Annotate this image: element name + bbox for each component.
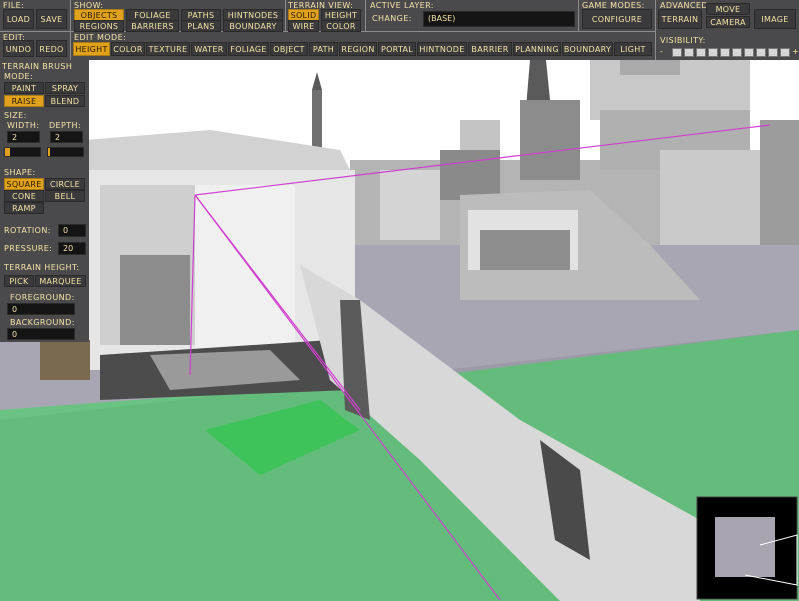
viewport-3d[interactable] (0, 0, 799, 601)
brush-depth-slider[interactable] (47, 147, 84, 157)
edit-mode-portal[interactable]: PORTAL (378, 42, 416, 56)
visibility-label: VISIBILITY: (660, 36, 706, 45)
edit-mode-water[interactable]: WATER (191, 42, 227, 56)
brush-mode-label: MODE: (4, 72, 34, 81)
brush-width-slider[interactable] (4, 147, 41, 157)
shape-circle-button[interactable]: CIRCLE (45, 178, 85, 190)
pressure-input[interactable]: 20 (58, 242, 86, 255)
visibility-step[interactable] (732, 48, 742, 57)
background-input[interactable]: 0 (7, 328, 75, 340)
edit-mode-path[interactable]: PATH (309, 42, 338, 56)
edit-mode-color[interactable]: COLOR (111, 42, 145, 56)
show-boundary-toggle[interactable]: BOUNDARY (223, 20, 283, 32)
visibility-step[interactable] (756, 48, 766, 57)
undo-button[interactable]: UNDO (3, 40, 34, 57)
active-layer-select[interactable]: (BASE) (423, 11, 575, 27)
edit-mode-hintnode[interactable]: HINTNODE (417, 42, 467, 56)
redo-button[interactable]: REDO (36, 40, 67, 57)
brush-width-label: WIDTH: (7, 121, 40, 130)
visibility-step[interactable] (708, 48, 718, 57)
shape-cone-button[interactable]: CONE (4, 190, 44, 202)
pick-button[interactable]: PICK (4, 275, 34, 287)
edit-mode-texture[interactable]: TEXTURE (146, 42, 190, 56)
shape-ramp-button[interactable]: RAMP (4, 202, 44, 214)
image-button[interactable]: IMAGE (754, 9, 796, 29)
brush-depth-label: DEPTH: (49, 121, 82, 130)
brush-blend-button[interactable]: BLEND (45, 95, 85, 107)
visibility-minus[interactable]: - (660, 47, 663, 57)
pressure-label: PRESSURE: (4, 244, 53, 253)
foreground-label: FOREGROUND: (10, 293, 75, 302)
configure-button[interactable]: CONFIGURE (582, 9, 652, 29)
active-layer-label: ACTIVE LAYER: (370, 1, 434, 10)
visibility-step[interactable] (720, 48, 730, 57)
visibility-step[interactable] (696, 48, 706, 57)
edit-mode-height[interactable]: HEIGHT (73, 42, 110, 56)
edit-mode-object[interactable]: OBJECT (270, 42, 308, 56)
terrain-height-label: TERRAIN HEIGHT: (4, 263, 80, 272)
shape-bell-button[interactable]: BELL (45, 190, 85, 202)
rotation-label: ROTATION: (4, 226, 51, 235)
move-button[interactable]: MOVE (706, 3, 750, 15)
edit-mode-light[interactable]: LIGHT (614, 42, 652, 56)
terrain-brush-title: TERRAIN BRUSH (2, 62, 73, 71)
load-button[interactable]: LOAD (3, 9, 34, 29)
brush-raise-button[interactable]: RAISE (4, 95, 44, 107)
brush-size-label: SIZE: (4, 111, 27, 120)
camera-button[interactable]: CAMERA (706, 16, 750, 28)
brush-spray-button[interactable]: SPRAY (45, 82, 85, 94)
change-layer-label: CHANGE: (372, 14, 412, 23)
minimap-view-area (715, 517, 775, 577)
terrain-view-wire[interactable]: WIRE (288, 20, 319, 32)
save-button[interactable]: SAVE (36, 9, 67, 29)
rotation-input[interactable]: 0 (58, 224, 86, 237)
shape-square-button[interactable]: SQUARE (4, 178, 44, 190)
foreground-input[interactable]: 0 (7, 303, 75, 315)
visibility-step[interactable] (744, 48, 754, 57)
brush-depth-slider-fill (48, 148, 50, 156)
visibility-step[interactable] (768, 48, 778, 57)
brush-shape-label: SHAPE: (4, 168, 36, 177)
background-label: BACKGROUND: (10, 318, 75, 327)
terrain-view-color[interactable]: COLOR (321, 20, 361, 32)
show-plans-toggle[interactable]: PLANS (181, 20, 221, 32)
edit-mode-barrier[interactable]: BARRIER (468, 42, 512, 56)
visibility-step[interactable] (672, 48, 682, 57)
marquee-button[interactable]: MARQUEE (35, 275, 86, 287)
brush-width-slider-fill (5, 148, 11, 156)
terrain-button[interactable]: TERRAIN (658, 9, 702, 29)
brush-paint-button[interactable]: PAINT (4, 82, 44, 94)
brush-depth-input[interactable]: 2 (50, 131, 83, 143)
show-barriers-toggle[interactable]: BARRIERS (126, 20, 179, 32)
edit-mode-boundary[interactable]: BOUNDARY (562, 42, 613, 56)
edit-mode-planning[interactable]: PLANNING (513, 42, 561, 56)
brush-width-input[interactable]: 2 (7, 131, 40, 143)
visibility-step[interactable] (780, 48, 790, 57)
edit-mode-foliage[interactable]: FOLIAGE (228, 42, 269, 56)
edit-mode-region[interactable]: REGION (339, 42, 377, 56)
visibility-step[interactable] (684, 48, 694, 57)
visibility-plus[interactable]: + (792, 47, 799, 57)
show-regions-toggle[interactable]: REGIONS (74, 20, 124, 32)
